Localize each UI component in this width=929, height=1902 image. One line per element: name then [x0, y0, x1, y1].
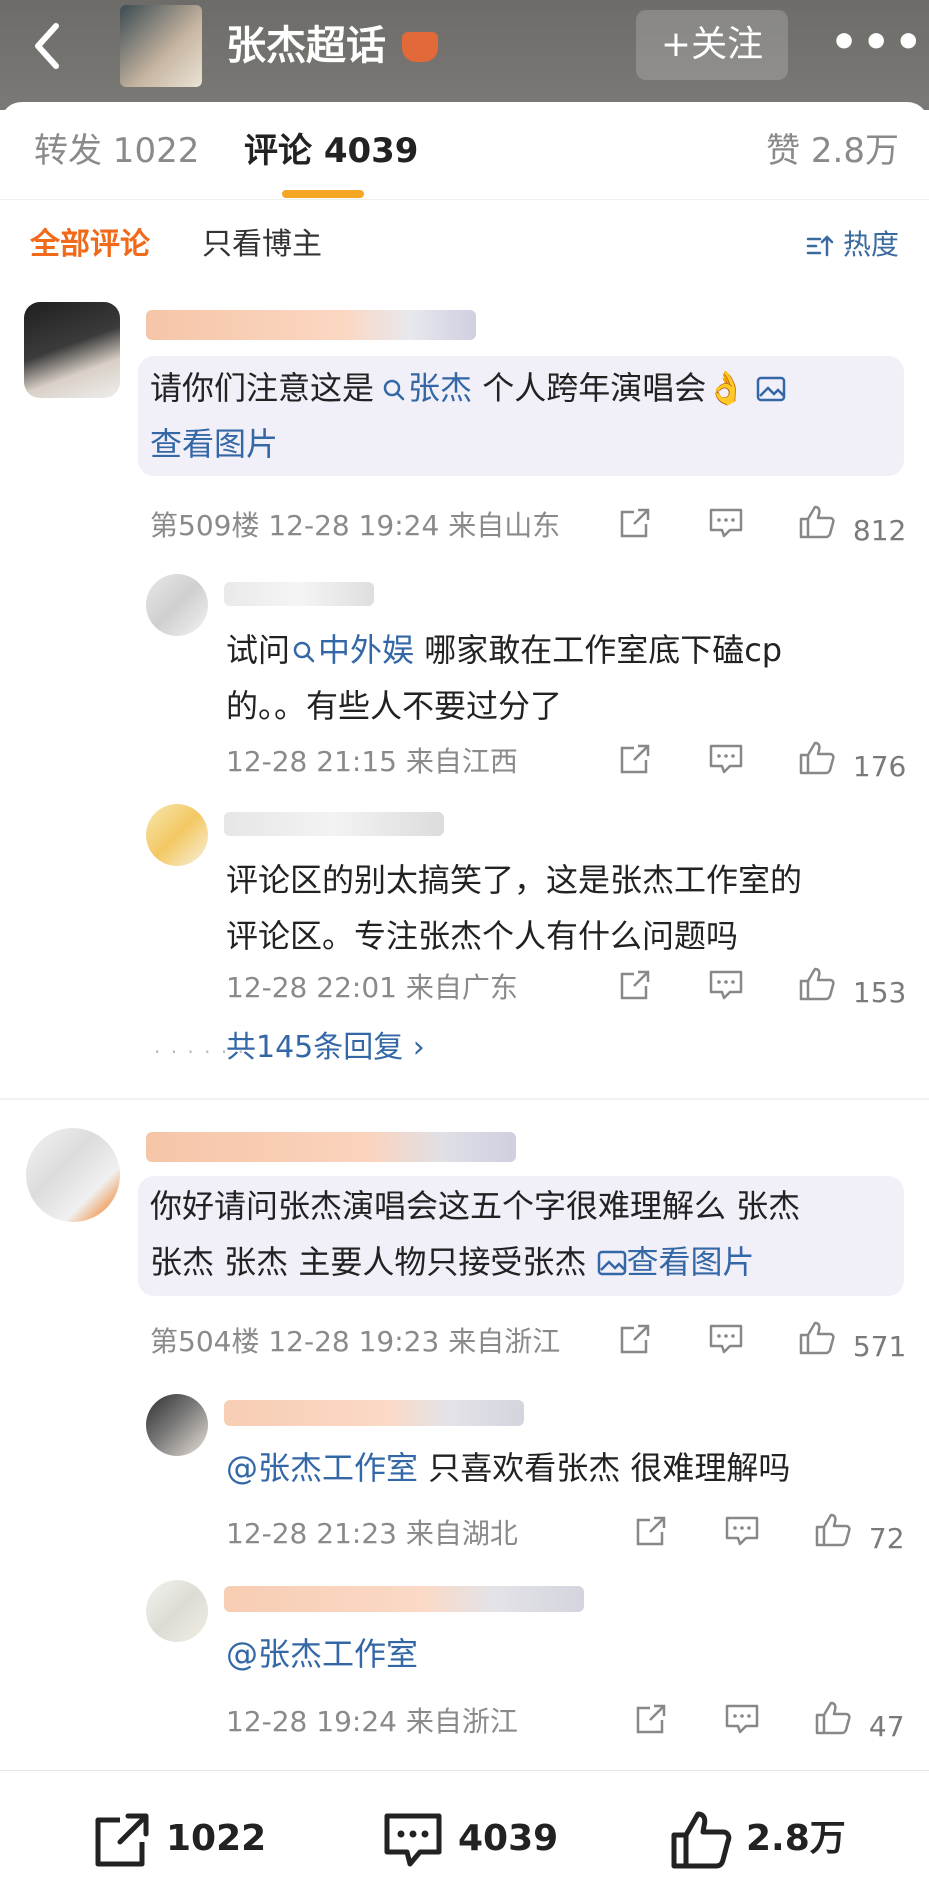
comment-icon — [709, 744, 743, 774]
reply-button[interactable] — [708, 1322, 744, 1367]
like-button[interactable]: 812 — [798, 504, 906, 551]
active-tab-indicator — [282, 190, 364, 198]
reply-button[interactable] — [708, 506, 744, 551]
topic-avatar[interactable] — [120, 5, 202, 87]
reply-meta: 12-28 19:24 来自浙江 — [226, 1705, 518, 1738]
avatar[interactable] — [146, 1394, 208, 1456]
username-blurred[interactable] — [224, 582, 374, 606]
tab-comments[interactable]: 评论 4039 — [244, 126, 418, 176]
comment-icon — [384, 1813, 442, 1867]
username-blurred[interactable] — [224, 812, 444, 836]
username-blurred[interactable] — [224, 1400, 524, 1426]
share-button[interactable] — [634, 1702, 668, 1747]
image-icon — [756, 376, 786, 402]
tab-bar: 转发 1022 评论 4039 赞 2.8万 — [0, 102, 929, 200]
tab-likes[interactable]: 赞 2.8万 — [766, 126, 899, 176]
username-blurred[interactable] — [146, 1132, 516, 1162]
topic-mention-link[interactable]: 张杰 — [374, 369, 472, 407]
share-icon — [620, 1324, 650, 1354]
thumbs-up-icon — [799, 741, 835, 775]
sort-label: 热度 — [842, 228, 899, 261]
follow-button[interactable]: +关注 — [636, 10, 788, 80]
share-icon — [620, 970, 650, 1000]
filter-owner-only[interactable]: 只看博主 — [202, 222, 322, 268]
bottom-action-bar: 1022 4039 2.8万 — [0, 1770, 929, 1902]
thumbs-up-icon — [799, 505, 835, 539]
chevron-left-icon — [35, 23, 59, 69]
share-icon — [95, 1813, 149, 1867]
reply-text: @张杰工作室 — [226, 1626, 906, 1682]
repost-button[interactable]: 1022 — [92, 1809, 266, 1869]
share-icon — [620, 744, 650, 774]
comment-divider — [0, 1098, 929, 1100]
search-icon — [383, 379, 405, 401]
share-icon — [620, 508, 650, 538]
filter-all-comments[interactable]: 全部评论 — [30, 222, 150, 268]
comment-icon — [725, 1704, 759, 1734]
comment-icon — [709, 1324, 743, 1354]
reply-button[interactable] — [724, 1702, 760, 1747]
avatar[interactable] — [146, 804, 208, 866]
like-button[interactable]: 176 — [798, 740, 906, 787]
comment-button[interactable]: 4039 — [382, 1809, 558, 1869]
top-header: 张杰超话 +关注 ••• — [0, 0, 929, 110]
like-button[interactable]: 47 — [814, 1700, 905, 1747]
tab-repost[interactable]: 转发 1022 — [34, 126, 199, 176]
reply-button[interactable] — [708, 968, 744, 1013]
thumbs-up-icon — [815, 1701, 851, 1735]
username-blurred[interactable] — [146, 310, 476, 340]
search-icon — [293, 641, 315, 663]
share-button[interactable] — [618, 742, 652, 787]
thumbs-up-icon — [815, 1513, 851, 1547]
comment-text: 你好请问张杰演唱会这五个字很难理解么 张杰 张杰 张杰 主要人物只接受张杰 查看图… — [150, 1187, 801, 1281]
comment-icon — [709, 970, 743, 1000]
topic-title: 张杰超话 — [226, 23, 386, 69]
reply-text: 评论区的别太搞笑了，这是张杰工作室的 评论区。专注张杰个人有什么问题吗 — [226, 861, 803, 955]
reply-meta: 12-28 21:15 来自江西 — [226, 745, 518, 778]
comment-meta: 第509楼 12-28 19:24 来自山东 — [150, 509, 561, 542]
avatar[interactable] — [146, 574, 208, 636]
like-button[interactable]: 571 — [798, 1320, 906, 1367]
user-mention-link[interactable]: @张杰工作室 — [226, 1449, 418, 1487]
comment-icon — [725, 1516, 759, 1546]
reply-button[interactable] — [708, 742, 744, 787]
like-button[interactable]: 72 — [814, 1512, 905, 1559]
reply-button[interactable] — [724, 1514, 760, 1559]
image-icon — [597, 1250, 626, 1276]
comment-text: 请你们注意这是 张杰 个人跨年演唱会👌 查看图片 — [150, 360, 890, 472]
more-options-button[interactable]: ••• — [830, 18, 922, 68]
view-image-link[interactable] — [756, 369, 786, 407]
share-button[interactable] — [618, 968, 652, 1013]
avatar[interactable] — [26, 1128, 120, 1222]
thumbs-up-icon — [799, 967, 835, 1001]
thumbs-up-icon — [799, 1321, 835, 1355]
like-post-button[interactable]: 2.8万 — [670, 1809, 846, 1869]
back-button[interactable] — [28, 18, 72, 74]
topic-mention-link[interactable]: 中外娱 — [290, 631, 414, 669]
reply-meta: 12-28 21:23 来自湖北 — [226, 1517, 518, 1550]
share-button[interactable] — [618, 1322, 652, 1367]
view-image-link[interactable]: 查看图片 — [597, 1243, 755, 1281]
share-button[interactable] — [634, 1514, 668, 1559]
like-button[interactable]: 153 — [798, 966, 906, 1013]
share-icon — [636, 1516, 666, 1546]
thumbs-up-icon — [671, 1811, 732, 1869]
view-all-replies-link[interactable]: 共145条回复 › — [226, 1026, 425, 1070]
comment-icon — [709, 508, 743, 538]
reply-text: @张杰工作室 只喜欢看张杰 很难理解吗 — [226, 1449, 791, 1487]
share-icon — [636, 1704, 666, 1734]
level-badge-icon — [402, 32, 438, 62]
user-mention-link[interactable]: @张杰工作室 — [226, 1635, 418, 1673]
reply-text: 试问 中外娱 哪家敢在工作室底下磕cp 的。。有些人不要过分了 — [226, 631, 783, 725]
share-button[interactable] — [618, 506, 652, 551]
view-image-link[interactable]: 查看图片 — [150, 425, 278, 463]
sort-button[interactable]: 热度 — [806, 222, 899, 268]
sort-icon — [806, 235, 834, 257]
avatar[interactable] — [146, 1580, 208, 1642]
username-blurred[interactable] — [224, 1586, 584, 1612]
reply-meta: 12-28 22:01 来自广东 — [226, 971, 518, 1004]
comment-filter-row: 全部评论 只看博主 热度 — [0, 218, 929, 278]
avatar[interactable] — [24, 302, 120, 398]
comment-meta: 第504楼 12-28 19:23 来自浙江 — [150, 1325, 561, 1358]
